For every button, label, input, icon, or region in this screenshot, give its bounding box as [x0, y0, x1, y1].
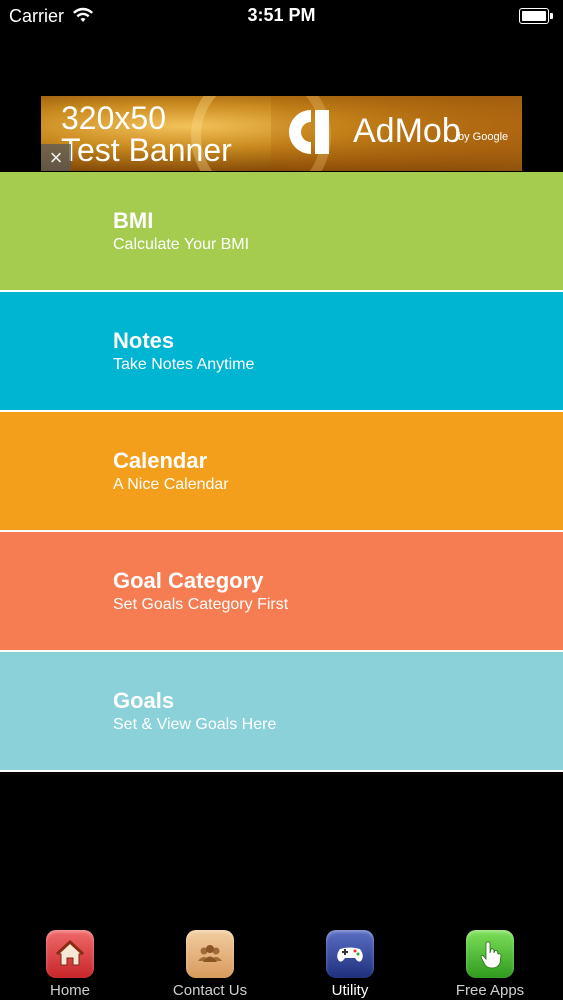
app-screen: Carrier 3:51 PM 320x50 Test Banner AdMob…: [0, 0, 563, 1000]
menu-item-bmi[interactable]: BMI Calculate Your BMI: [0, 172, 563, 292]
admob-brand: AdMob: [353, 112, 461, 150]
menu-item-title: Goals: [113, 688, 175, 713]
menu-item-subtitle: Set & View Goals Here: [113, 716, 277, 733]
tab-home[interactable]: Home: [0, 920, 140, 1000]
menu-item-calendar[interactable]: Calendar A Nice Calendar: [0, 412, 563, 532]
ad-strip: 320x50 Test Banner AdMob by Google: [0, 96, 563, 171]
tab-free-apps[interactable]: Free Apps: [420, 920, 560, 1000]
tab-contact-us[interactable]: Contact Us: [140, 920, 280, 1000]
menu-item-title: Goal Category: [113, 568, 264, 593]
tab-label: Contact Us: [172, 982, 248, 999]
tab-bar: Home Contact Us Utility Free Apps: [0, 920, 563, 1000]
tab-utility[interactable]: Utility: [280, 920, 420, 1000]
tab-label: Utility: [331, 982, 369, 999]
menu-item-subtitle: Set Goals Category First: [113, 596, 289, 613]
menu-list: BMI Calculate Your BMI Notes Take Notes …: [0, 172, 563, 772]
menu-item-title: Notes: [113, 328, 175, 353]
ad-label: Test Banner: [61, 132, 232, 168]
touch-hand-icon: [466, 930, 514, 978]
menu-item-notes[interactable]: Notes Take Notes Anytime: [0, 292, 563, 412]
status-bar: Carrier 3:51 PM: [0, 0, 563, 32]
menu-item-subtitle: Take Notes Anytime: [113, 356, 255, 373]
admob-logo-icon: [289, 110, 329, 154]
contacts-icon: [186, 930, 234, 978]
ad-close-button[interactable]: ×: [41, 144, 71, 171]
admob-by-google: by Google: [458, 131, 509, 143]
home-icon: [46, 930, 94, 978]
menu-item-subtitle: A Nice Calendar: [113, 476, 229, 493]
menu-item-title: BMI: [113, 208, 154, 233]
menu-item-title: Calendar: [113, 448, 208, 473]
menu-item-subtitle: Calculate Your BMI: [113, 236, 250, 253]
gamepad-icon: [326, 930, 374, 978]
menu-item-goal-category[interactable]: Goal Category Set Goals Category First: [0, 532, 563, 652]
tab-label: Home: [49, 982, 90, 999]
tab-label: Free Apps: [455, 982, 525, 999]
menu-item-goals[interactable]: Goals Set & View Goals Here: [0, 652, 563, 772]
battery-icon: [519, 8, 553, 24]
clock: 3:51 PM: [247, 5, 316, 25]
ad-banner[interactable]: 320x50 Test Banner AdMob by Google: [41, 96, 522, 171]
